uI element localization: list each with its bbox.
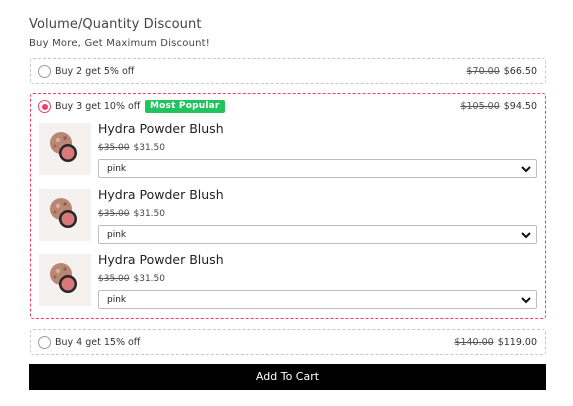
variant-value: pink (107, 295, 127, 305)
new-price: $119.00 (497, 337, 537, 348)
page-title: Volume/Quantity Discount (29, 17, 202, 32)
most-popular-badge: Most Popular (145, 100, 225, 113)
old-price: $70.00 (466, 66, 500, 77)
bundle-item: Hydra Powder Blush $35.00 $31.50 pink (39, 187, 537, 249)
radio-icon[interactable] (38, 100, 51, 113)
bundle-item: Hydra Powder Blush $35.00 $31.50 pink (39, 252, 537, 314)
option-label: Buy 3 get 10% off (55, 101, 141, 112)
discount-option-buy-3[interactable]: Buy 3 get 10% off Most Popular $105.00 $9… (30, 93, 546, 319)
radio-icon[interactable] (38, 65, 51, 78)
product-name: Hydra Powder Blush (98, 187, 224, 202)
new-price: $66.50 (503, 66, 537, 77)
option-price: $105.00 $94.50 (460, 101, 537, 112)
new-price: $31.50 (133, 274, 166, 284)
product-price: $35.00 $31.50 (98, 143, 165, 153)
discount-option-buy-2[interactable]: Buy 2 get 5% off $70.00 $66.50 (30, 58, 546, 84)
product-image (39, 189, 91, 241)
variant-select[interactable]: pink (98, 290, 537, 309)
variant-select[interactable]: pink (98, 225, 537, 244)
page-subtitle: Buy More, Get Maximum Discount! (29, 38, 211, 49)
old-price: $35.00 (98, 209, 130, 219)
old-price: $35.00 (98, 143, 130, 153)
bundle-item: Hydra Powder Blush $35.00 $31.50 pink (39, 121, 537, 183)
product-price: $35.00 $31.50 (98, 209, 165, 219)
new-price: $31.50 (133, 143, 166, 153)
new-price: $31.50 (133, 209, 166, 219)
old-price: $140.00 (454, 337, 494, 348)
radio-icon[interactable] (38, 336, 51, 349)
product-image (39, 123, 91, 175)
new-price: $94.50 (503, 101, 537, 112)
option-label: Buy 4 get 15% off (55, 337, 141, 348)
old-price: $105.00 (460, 101, 500, 112)
option-price: $70.00 $66.50 (467, 66, 538, 77)
variant-value: pink (107, 164, 127, 174)
product-name: Hydra Powder Blush (98, 121, 224, 136)
variant-value: pink (107, 230, 127, 240)
product-price: $35.00 $31.50 (98, 274, 165, 284)
product-name: Hydra Powder Blush (98, 252, 224, 267)
option-price: $140.00 $119.00 (454, 337, 537, 348)
product-image (39, 254, 91, 306)
option-label: Buy 2 get 5% off (55, 66, 135, 77)
chevron-down-icon (521, 297, 531, 304)
discount-option-buy-4[interactable]: Buy 4 get 15% off $140.00 $119.00 (30, 329, 546, 355)
old-price: $35.00 (98, 274, 130, 284)
add-to-cart-button[interactable]: Add To Cart (29, 364, 546, 390)
chevron-down-icon (521, 166, 531, 173)
chevron-down-icon (521, 232, 531, 239)
variant-select[interactable]: pink (98, 159, 537, 178)
